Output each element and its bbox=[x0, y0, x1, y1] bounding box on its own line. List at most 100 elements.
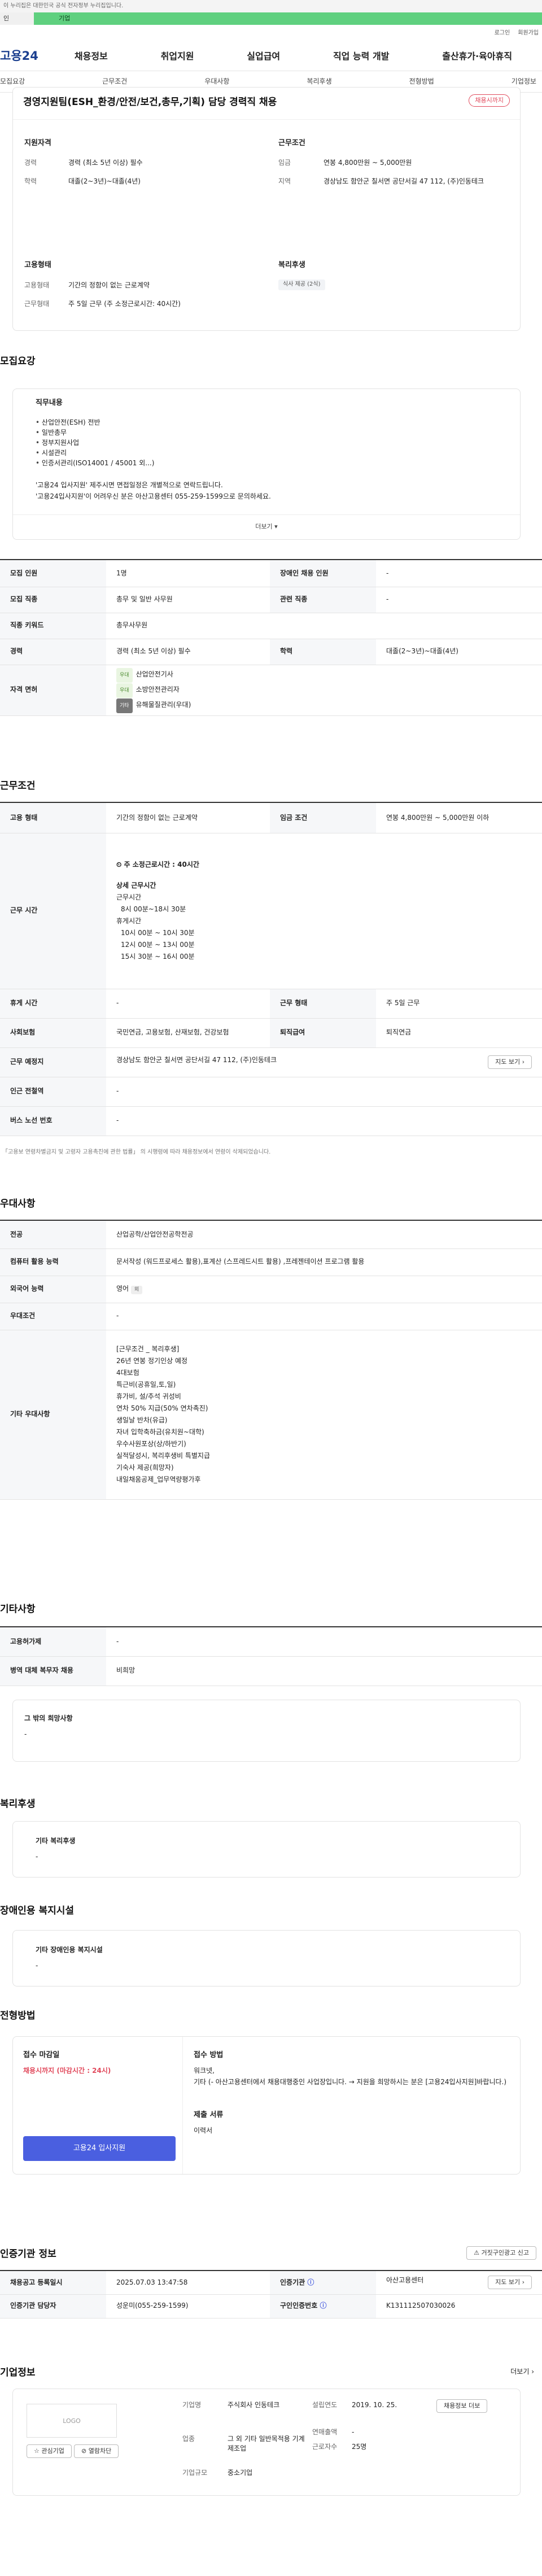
pref-title: 우대사항 bbox=[0, 1198, 36, 1210]
company-jobs-button[interactable]: 채용정보 더보 bbox=[436, 2399, 488, 2413]
worktime-value: 주 5일 근무 (주 소정근로시간: 40시간) bbox=[68, 300, 181, 308]
pref-item: 자녀 입학축하금(유치원~대학) bbox=[116, 1428, 204, 1436]
size-value: 중소기업 bbox=[228, 2469, 253, 2477]
etc-other-value: - bbox=[24, 1730, 27, 1738]
cell-key: 관련 직종 bbox=[270, 587, 376, 613]
cell-value: 성운미(055-259-1599) bbox=[106, 2294, 270, 2319]
map-button[interactable]: 지도 보기 › bbox=[488, 1055, 532, 1069]
cond-title: 근무조건 bbox=[278, 139, 305, 147]
cell-value: - bbox=[106, 1627, 542, 1657]
global-nav: 고용24 채용정보 취업지원 실업급여 직업 능력 개발 출산휴가·육아휴직 bbox=[0, 42, 542, 71]
license-tag: 기타 bbox=[116, 698, 133, 713]
gnb-item[interactable]: 취업지원 bbox=[161, 50, 194, 63]
cell-value: 아산고용센터 지도 보기 › bbox=[376, 2271, 542, 2295]
emp-title: 고용형태 bbox=[24, 261, 51, 269]
cell-key: 인증기관 ⓘ bbox=[270, 2271, 376, 2295]
welfare-section-title: 복리후생 bbox=[0, 1798, 36, 1810]
tab-person[interactable]: 인 bbox=[0, 12, 34, 25]
cell-value: 비희망 bbox=[106, 1656, 542, 1686]
cell-value: - bbox=[376, 587, 542, 613]
more-button[interactable]: 더보기 ▾ bbox=[13, 522, 520, 531]
pref-item: 내일채움공제_업무역량평가후 bbox=[116, 1475, 201, 1483]
lnb-item[interactable]: 모집요강 bbox=[0, 77, 25, 86]
industry-label: 업종 bbox=[182, 2435, 195, 2443]
recruit-note: '고용24 입사지원' 제주시면 면접일정은 개별적으로 연락드립니다. bbox=[36, 481, 223, 489]
map-button[interactable]: 지도 보기 › bbox=[488, 2276, 532, 2290]
cell-value: 2025.07.03 13:47:58 bbox=[106, 2271, 270, 2295]
disab-box: 기타 장애인용 복지시설 - bbox=[12, 1930, 521, 1986]
company-card: LOGO ☆ 관심기업 ⊘ 열람차단 기업명 주식회사 인동테크 설립연도 20… bbox=[12, 2389, 521, 2496]
cell-value: 퇴직연금 bbox=[376, 1018, 542, 1048]
break-line: 15시 30분 ~ 16시 00분 bbox=[121, 953, 195, 960]
welfare-title: 복리후생 bbox=[278, 261, 305, 269]
cell-value: 국민연금, 고용보험, 산재보험, 건강보험 bbox=[106, 1018, 270, 1048]
cell-key: 우대조건 bbox=[0, 1303, 106, 1330]
sales-label: 연매출액 bbox=[312, 2428, 338, 2436]
pref-item: 기숙사 제공(희망자) bbox=[116, 1464, 174, 1472]
company-name: 주식회사 인동테크 bbox=[228, 2401, 280, 2409]
login-link[interactable]: 로그인 bbox=[495, 29, 510, 38]
report-button[interactable]: ⚠ 거짓구인광고 신고 bbox=[466, 2246, 536, 2260]
cell-key: 모집 직종 bbox=[0, 587, 106, 613]
cell-key: 직종 키워드 bbox=[0, 613, 106, 639]
process-title: 전형방법 bbox=[0, 2010, 36, 2021]
etc-table: 고용허가제 - 병역 대체 복무자 채용 비희망 bbox=[0, 1626, 542, 1686]
block-button[interactable]: ⊘ 열람차단 bbox=[74, 2444, 119, 2458]
cell-value: K131112507030026 bbox=[376, 2294, 542, 2319]
cell-key: 인근 전철역 bbox=[0, 1077, 106, 1107]
welfare-box-title: 기타 복리후생 bbox=[36, 1837, 76, 1845]
join-link[interactable]: 회원가입 bbox=[518, 29, 539, 38]
lnb-item[interactable]: 기업정보 bbox=[512, 77, 536, 86]
method-line: 워크넷, bbox=[194, 2067, 215, 2075]
lang-chip: 외 bbox=[130, 1285, 143, 1295]
util-links: 로그인 회원가입 bbox=[0, 25, 542, 42]
qual-title: 지원자격 bbox=[24, 139, 51, 147]
favorite-button[interactable]: ☆ 관심기업 bbox=[27, 2444, 72, 2458]
duty-list: 산업안전(ESH) 전반 일반총무 정부지원사업 시설관리 인증서관리(ISO1… bbox=[36, 417, 154, 468]
cell-value: 경력 (최소 5년 이상) 필수 bbox=[106, 639, 270, 665]
cell-key: 학력 bbox=[270, 639, 376, 665]
company-name-label: 기업명 bbox=[182, 2401, 202, 2409]
star-icon: ☆ bbox=[34, 2447, 42, 2455]
cell-key: 외국어 능력 bbox=[0, 1276, 106, 1303]
info-title: 인증기관 정보 bbox=[0, 2248, 56, 2260]
cell-key: 컴퓨터 활용 능력 bbox=[0, 1248, 106, 1276]
gnb-item[interactable]: 채용정보 bbox=[75, 50, 108, 63]
exp-value: 경력 (최소 5년 이상) 필수 bbox=[68, 159, 143, 167]
gov-notice: 이 누리집은 대한민국 공식 전자정부 누리집입니다. bbox=[0, 0, 542, 12]
lnb-item[interactable]: 근무조건 bbox=[102, 77, 127, 86]
apply-button[interactable]: 고용24 입사지원 bbox=[23, 2136, 176, 2161]
doc-title: 제출 서류 bbox=[194, 2111, 224, 2119]
gnb-item[interactable]: 직업 능력 개발 bbox=[333, 50, 389, 63]
cell-key: 근무 시간 bbox=[0, 833, 106, 989]
tab-company[interactable]: 기업 bbox=[34, 12, 542, 25]
sales-value: - bbox=[352, 2428, 355, 2436]
report-icon: ⚠ bbox=[474, 2249, 482, 2256]
size-label: 기업규모 bbox=[182, 2469, 208, 2477]
pref-item: 우수사원포상(상/하반기) bbox=[116, 1440, 186, 1448]
cell-key: 휴게 시간 bbox=[0, 989, 106, 1019]
welfare-box-value: - bbox=[36, 1853, 38, 1861]
edu-label: 학력 bbox=[24, 177, 37, 185]
employees-value: 25명 bbox=[352, 2443, 367, 2451]
pref-other-head: [근무조건 _ 복리후생] bbox=[116, 1345, 180, 1353]
cell-key: 채용공고 등록일시 bbox=[0, 2271, 106, 2295]
cell-key: 구인인증번호 ⓘ bbox=[270, 2294, 376, 2319]
gnb-item[interactable]: 실업급여 bbox=[247, 50, 280, 63]
site-logo[interactable]: 고용24 bbox=[0, 47, 48, 64]
lnb-item[interactable]: 복리후생 bbox=[307, 77, 331, 86]
lnb-item[interactable]: 전형방법 bbox=[409, 77, 434, 86]
company-more[interactable]: 더보기 › bbox=[510, 2367, 534, 2377]
cell-key: 근무 예정지 bbox=[0, 1047, 106, 1077]
gnb-item[interactable]: 출산휴가·육아휴직 bbox=[442, 50, 512, 63]
pref-table: 전공 산업공학/산업안전공학전공 컴퓨터 활용 능력 문서작성 (워드프로세스 활용… bbox=[0, 1220, 542, 1500]
lnb-item[interactable]: 우대사항 bbox=[204, 77, 229, 86]
job-summary-card: 경영지원팀(ESH_환경/안전/보건,총무,기획) 담당 경력직 채용 채용시까… bbox=[12, 87, 521, 331]
clock-icon: ⏲ bbox=[116, 861, 124, 868]
disab-title: 장애인용 복지시설 bbox=[0, 1905, 75, 1916]
cell-key: 고용허가제 bbox=[0, 1627, 106, 1657]
duty-item: 정부지원사업 bbox=[36, 438, 154, 448]
cell-value: 연봉 4,800만원 ~ 5,000만원 이하 bbox=[376, 802, 542, 833]
cell-value: - bbox=[106, 1077, 542, 1107]
duty-item: 시설관리 bbox=[36, 448, 154, 458]
